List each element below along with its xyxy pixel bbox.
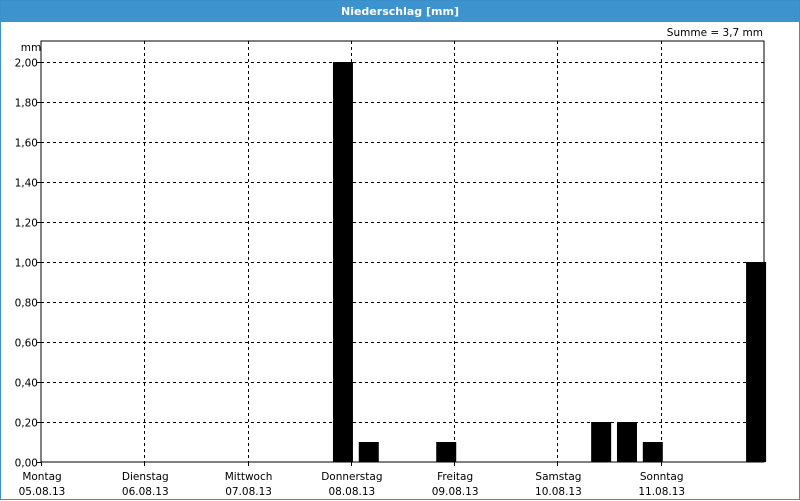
day-date-label: 09.08.13	[432, 486, 479, 498]
precipitation-bar	[746, 262, 767, 462]
day-name-label: Donnerstag	[321, 471, 382, 483]
day-date-label: 10.08.13	[535, 486, 582, 498]
y-tick-label: 0,80	[15, 298, 38, 310]
day-name-label: Dienstag	[122, 471, 169, 483]
y-tick-label: 1,80	[15, 98, 38, 110]
day-date-label: 05.08.13	[19, 486, 66, 498]
precipitation-bar	[332, 62, 353, 462]
y-tick-label: 0,20	[15, 418, 38, 430]
day-name-label: Mittwoch	[225, 471, 273, 483]
day-name-label: Freitag	[437, 471, 473, 483]
day-date-label: 07.08.13	[225, 486, 272, 498]
y-tick-label: 1,20	[15, 218, 38, 230]
day-date-label: 06.08.13	[122, 486, 169, 498]
y-tick-label: 2,00	[15, 58, 38, 70]
day-date-label: 11.08.13	[638, 486, 685, 498]
chart-window: Niederschlag [mm] Summe = 3,7 mm 0,00 0,2…	[0, 0, 800, 500]
day-date-label: 08.08.13	[328, 486, 375, 498]
precipitation-bar	[642, 442, 663, 462]
precipitation-bar	[436, 442, 457, 462]
y-tick-label: 1,60	[15, 138, 38, 150]
precipitation-bar	[616, 422, 637, 462]
precipitation-chart: 0,00 0,20 0,40 0,60 0,80 1,00 1,20 1,40 1,60 1,80…	[15, 40, 767, 498]
precipitation-bar	[358, 442, 379, 462]
plot-frame	[40, 40, 765, 463]
day-name-label: Sonntag	[640, 471, 684, 483]
precipitation-bar	[591, 422, 612, 462]
y-tick-label: 1,00	[15, 258, 38, 270]
y-tick-label: 1,40	[15, 178, 38, 190]
y-tick-label: 0,60	[15, 338, 38, 350]
y-tick-label: 0,00	[15, 458, 38, 470]
day-name-label: Samstag	[535, 471, 581, 483]
day-name-label: Montag	[22, 471, 61, 483]
y-axis-unit: mm	[21, 42, 41, 54]
y-tick-label: 0,40	[15, 378, 38, 390]
